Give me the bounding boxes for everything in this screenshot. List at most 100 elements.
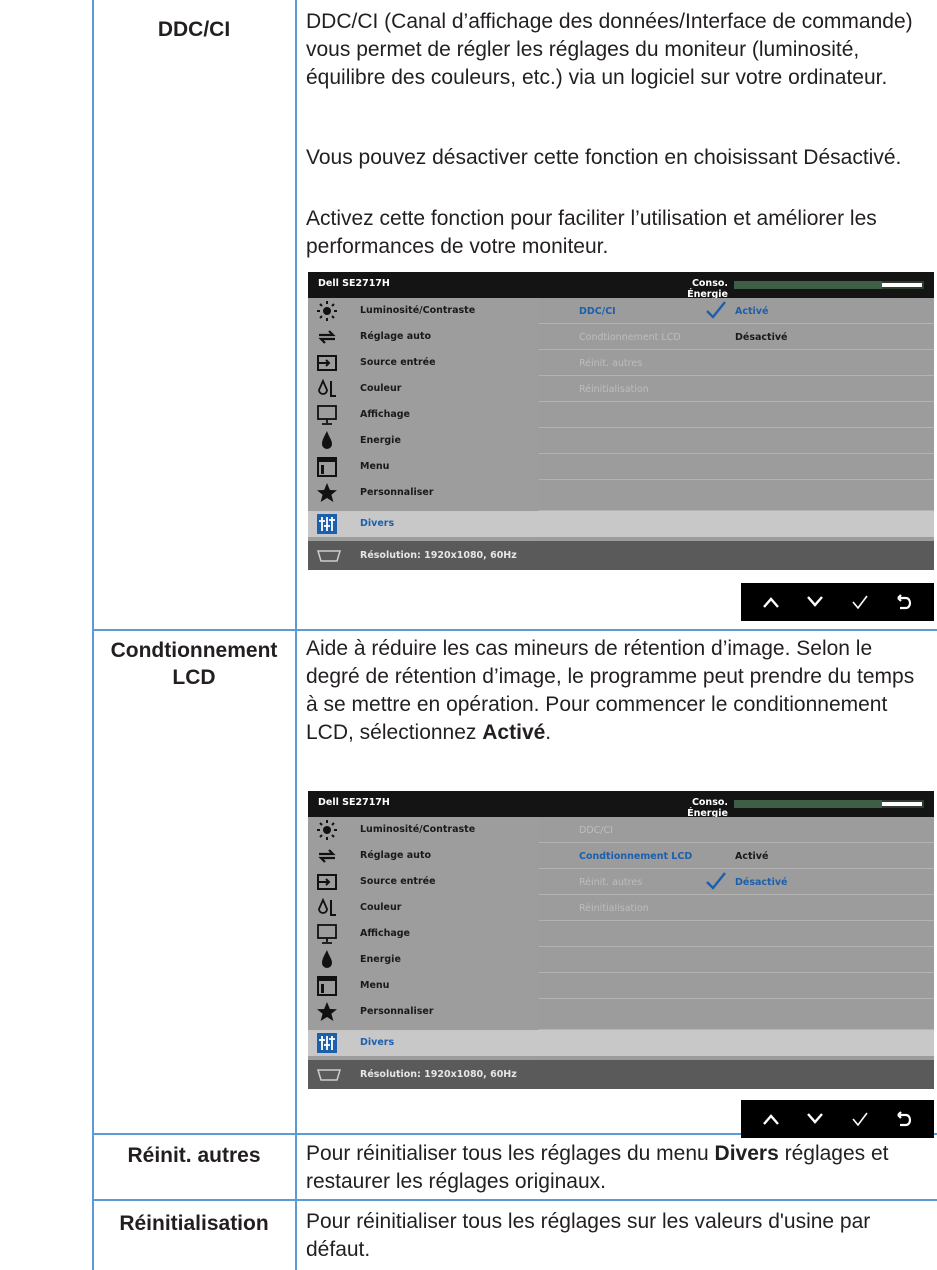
osd-submenu-factory-reset[interactable]: Réinitialisation — [539, 376, 934, 402]
auto-adjust-icon — [318, 849, 336, 863]
chevron-up-icon — [763, 597, 780, 608]
down-button[interactable] — [801, 588, 829, 616]
osd-option-deactivated[interactable]: Désactivé — [735, 332, 787, 343]
back-button[interactable] — [890, 588, 918, 616]
osd-menu-label: Affichage — [360, 928, 410, 939]
osd-submenu-ddc-ci[interactable]: DDC/CI — [539, 817, 934, 843]
osd-menu-label: Couleur — [360, 902, 402, 913]
star-icon — [317, 1002, 337, 1021]
osd-energy-meter — [734, 800, 924, 808]
osd-energy-fill — [734, 281, 882, 289]
osd-screen-ddc-ci: Dell SE2717H Conso. Énergie Luminosité/C… — [308, 272, 934, 572]
back-arrow-icon — [897, 1111, 911, 1127]
osd-submenu-label: DDC/CI — [579, 306, 616, 317]
osd-menu-item-input-source[interactable]: Source entrée — [308, 350, 539, 376]
osd-menu-item-energy[interactable]: Energie — [308, 428, 539, 454]
osd-submenu-label: Réinit. autres — [579, 358, 643, 369]
auto-adjust-icon — [318, 330, 336, 344]
input-source-icon — [317, 355, 337, 371]
osd-menu-item-color[interactable]: Couleur — [308, 895, 539, 921]
energy-icon — [322, 431, 332, 449]
osd-menu-label: Source entrée — [360, 357, 436, 368]
osd-energy-label: Conso. Énergie — [687, 797, 728, 819]
display-icon — [317, 924, 337, 944]
osd-resolution: Résolution: 1920x1080, 60Hz — [360, 1069, 517, 1080]
back-button[interactable] — [890, 1105, 918, 1133]
osd-button-bar — [741, 1100, 934, 1138]
osd-submenu-empty — [539, 947, 934, 973]
lcd-text-emphasis: Activé — [482, 721, 546, 744]
osd-menu-label: Divers — [360, 1037, 395, 1048]
osd-model-name: Dell SE2717H — [318, 278, 390, 289]
osd-menu-item-brightness[interactable]: Luminosité/Contraste — [308, 817, 539, 843]
vga-connector-icon — [316, 550, 342, 562]
osd-menu-item-color[interactable]: Couleur — [308, 376, 539, 402]
osd-screen-lcd-conditioning: Dell SE2717H Conso. Énergie Luminosité/C… — [308, 791, 934, 1091]
osd-menu-item-auto-adjust[interactable]: Réglage auto — [308, 324, 539, 350]
up-button[interactable] — [757, 1105, 785, 1133]
term-factory-reset: Réinitialisation — [119, 1212, 269, 1235]
osd-option-activated[interactable]: Activé — [735, 851, 768, 862]
energy-icon — [322, 950, 332, 968]
ddc-ci-disable-note: Vous pouvez désactiver cette fonction en… — [306, 146, 902, 169]
osd-header: Dell SE2717H Conso. Énergie — [308, 791, 934, 819]
color-icon — [318, 378, 336, 397]
osd-option-deactivated[interactable]: Désactivé — [735, 877, 787, 888]
vga-connector-icon — [316, 1069, 342, 1081]
osd-energy-meter — [734, 281, 924, 289]
osd-header: Dell SE2717H Conso. Énergie — [308, 272, 934, 300]
osd-menu-label: Réglage auto — [360, 850, 432, 861]
osd-resolution: Résolution: 1920x1080, 60Hz — [360, 550, 517, 561]
osd-submenu-reset-others[interactable]: Réinit. autres Désactivé — [539, 869, 934, 895]
ddc-ci-description: DDC/CI (Canal d’affichage des données/In… — [306, 10, 913, 89]
back-arrow-icon — [897, 594, 911, 610]
checkmark-icon — [852, 595, 868, 610]
osd-submenu-label: DDC/CI — [579, 825, 613, 836]
star-icon — [317, 483, 337, 502]
osd-menu-item-display[interactable]: Affichage — [308, 921, 539, 947]
osd-menu-label: Luminosité/Contraste — [360, 305, 476, 316]
reset-text-emphasis: Divers — [714, 1142, 779, 1165]
down-button[interactable] — [801, 1105, 829, 1133]
osd-submenu-ddc-ci[interactable]: DDC/CI Activé — [539, 298, 934, 324]
osd-menu-item-input-source[interactable]: Source entrée — [308, 869, 539, 895]
table-left-rule — [92, 0, 94, 1270]
osd-submenu-empty — [539, 428, 934, 454]
brightness-icon — [317, 820, 337, 840]
chevron-down-icon — [807, 596, 824, 607]
term-reset-others: Réinit. autres — [127, 1144, 261, 1167]
chevron-down-icon — [807, 1113, 824, 1124]
osd-submenu-label: Condtionnement LCD — [579, 851, 693, 862]
osd-menu-item-others[interactable]: Divers — [308, 511, 934, 537]
confirm-button[interactable] — [846, 588, 874, 616]
confirm-button[interactable] — [846, 1105, 874, 1133]
osd-submenu-label: Réinitialisation — [579, 384, 649, 395]
checkmark-icon — [706, 872, 726, 890]
display-icon — [317, 405, 337, 425]
up-button[interactable] — [757, 588, 785, 616]
osd-menu-item-others[interactable]: Divers — [308, 1030, 934, 1056]
osd-menu-label: Menu — [360, 980, 390, 991]
osd-submenu-factory-reset[interactable]: Réinitialisation — [539, 895, 934, 921]
osd-submenu-lcd-conditioning[interactable]: Condtionnement LCD Activé — [539, 843, 934, 869]
osd-menu-label: Energie — [360, 435, 401, 446]
osd-menu-label: Personnaliser — [360, 1006, 434, 1017]
osd-menu-label: Personnaliser — [360, 487, 434, 498]
osd-menu-label: Couleur — [360, 383, 402, 394]
osd-menu-item-display[interactable]: Affichage — [308, 402, 539, 428]
brightness-icon — [317, 301, 337, 321]
osd-menu-item-menu[interactable]: Menu — [308, 454, 539, 480]
osd-option-activated[interactable]: Activé — [735, 306, 768, 317]
osd-energy-fill — [734, 800, 882, 808]
osd-menu-item-energy[interactable]: Energie — [308, 947, 539, 973]
osd-submenu-empty — [539, 973, 934, 999]
osd-menu-label: Divers — [360, 518, 395, 529]
osd-menu-label: Source entrée — [360, 876, 436, 887]
osd-menu-item-personalize[interactable]: Personnaliser — [308, 999, 539, 1025]
osd-menu-item-personalize[interactable]: Personnaliser — [308, 480, 539, 506]
osd-submenu-lcd-conditioning[interactable]: Condtionnement LCD Désactivé — [539, 324, 934, 350]
osd-submenu-reset-others[interactable]: Réinit. autres — [539, 350, 934, 376]
osd-menu-item-menu[interactable]: Menu — [308, 973, 539, 999]
osd-menu-item-brightness[interactable]: Luminosité/Contraste — [308, 298, 539, 324]
osd-menu-item-auto-adjust[interactable]: Réglage auto — [308, 843, 539, 869]
